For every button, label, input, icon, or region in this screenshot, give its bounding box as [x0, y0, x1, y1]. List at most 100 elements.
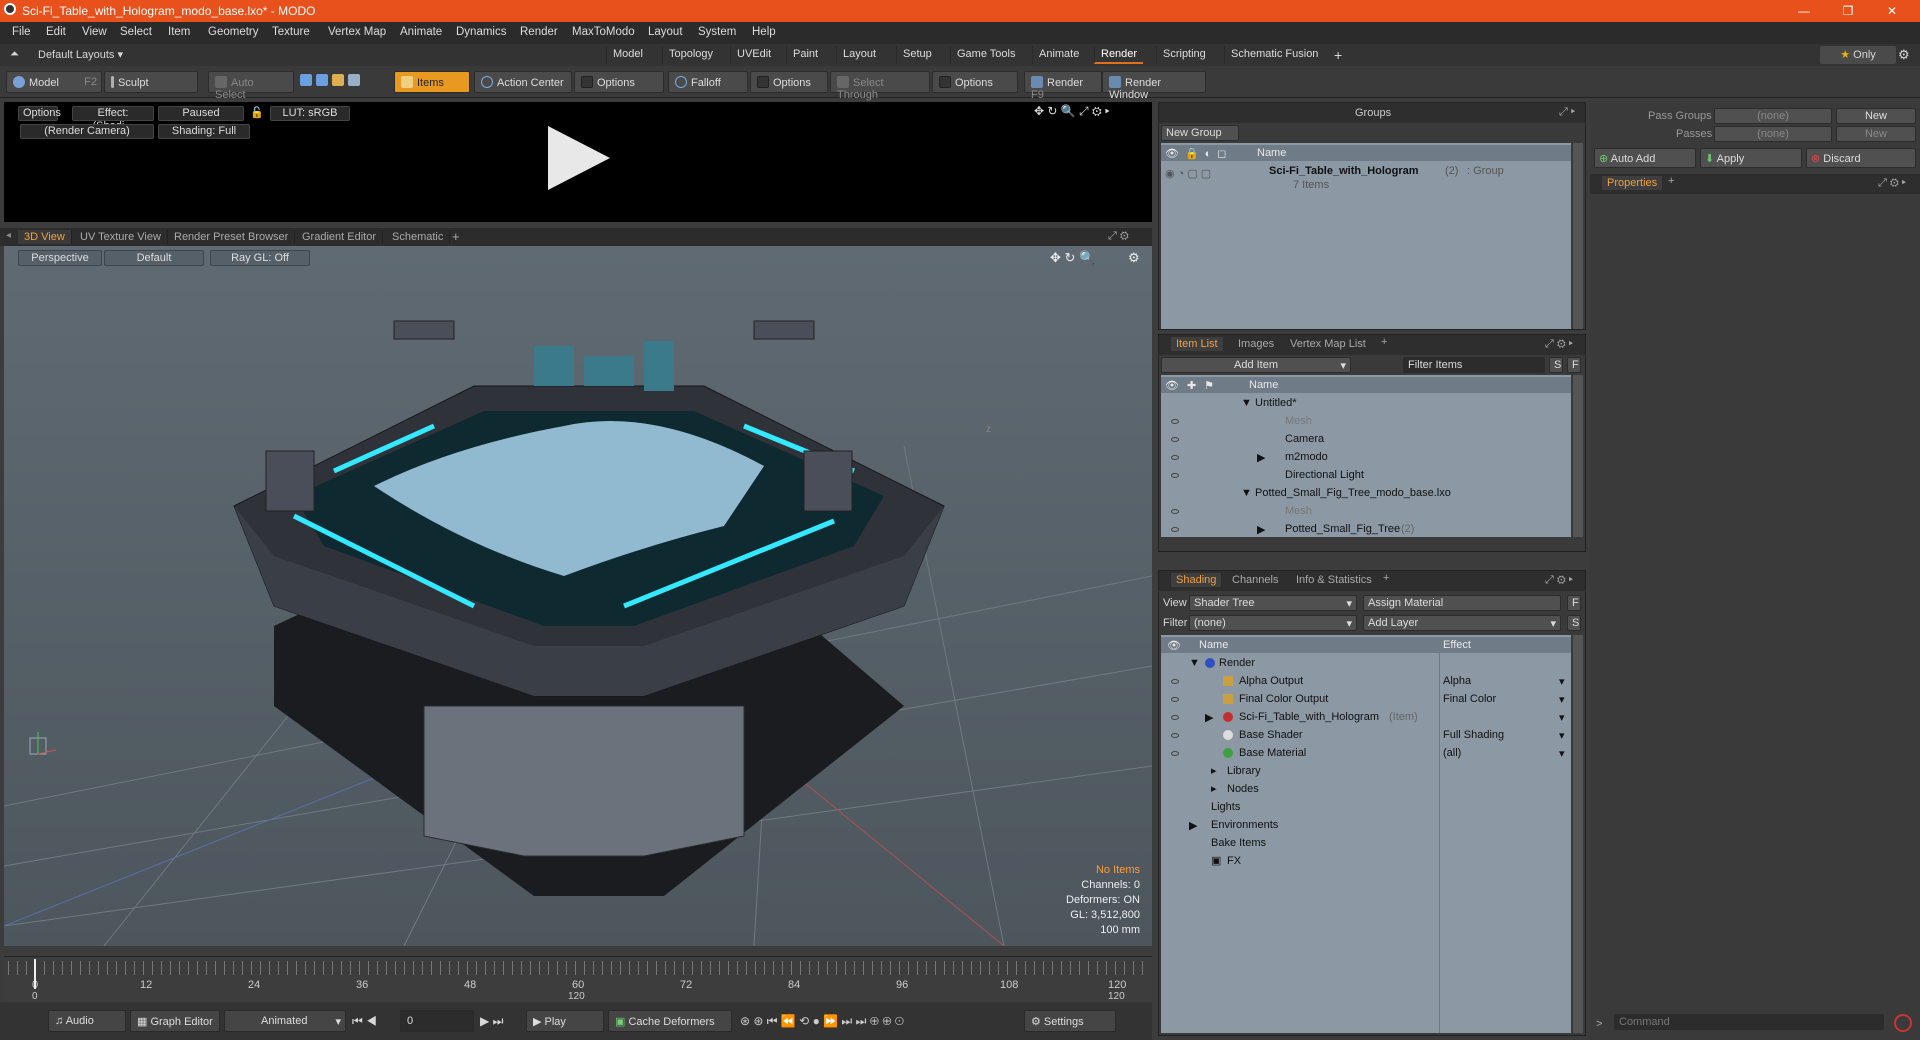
new-pass-group-button[interactable]: New	[1836, 108, 1916, 124]
f-button[interactable]: F	[1567, 595, 1581, 611]
list-item[interactable]: ▶ m2modo	[1161, 449, 1571, 467]
tab-shading[interactable]: Shading	[1171, 573, 1222, 587]
shader-row[interactable]: Bake Items	[1161, 835, 1571, 853]
audio-button[interactable]: ♫ Audio	[48, 1010, 126, 1032]
effect-all[interactable]: (all)	[1443, 747, 1461, 759]
f-button[interactable]: F	[1567, 357, 1581, 373]
effect-full-shading[interactable]: Full Shading	[1443, 729, 1504, 741]
expand-arrow-icon[interactable]: ▶	[1189, 819, 1197, 832]
camera-dropdown[interactable]: (Render Camera)	[20, 124, 154, 139]
menu-geometry[interactable]: Geometry	[208, 26, 259, 38]
play-icon[interactable]	[548, 126, 610, 190]
animated-dropdown[interactable]: Animated ▾	[224, 1010, 346, 1032]
lock-icon[interactable]: 🔓	[250, 106, 264, 119]
select-through-button[interactable]: Select Through	[830, 71, 930, 101]
expand-arrow-icon[interactable]: ▼	[1241, 487, 1252, 499]
pass-groups-dropdown[interactable]: (none)	[1714, 108, 1832, 124]
groups-scrollbar[interactable]	[1573, 143, 1583, 329]
eye-icon[interactable]	[1171, 679, 1179, 684]
eye-icon[interactable]	[1171, 455, 1179, 460]
assign-material-button[interactable]: Assign Material	[1363, 595, 1561, 611]
list-item[interactable]: Mesh	[1161, 413, 1571, 431]
menu-system[interactable]: System	[698, 26, 736, 38]
tab-info-statistics[interactable]: Info & Statistics	[1291, 573, 1377, 587]
play-button[interactable]: ▶ Play	[526, 1010, 604, 1032]
groups-list[interactable]: 👁🔒◐◻ Name ◉ ◔ ▢ ▢ Sci-Fi_Table_with_Holog…	[1161, 143, 1571, 329]
chevron-down-icon[interactable]: ▾	[1559, 711, 1565, 724]
tab-paint[interactable]: Paint	[786, 46, 824, 64]
tab-game-tools[interactable]: Game Tools	[950, 46, 1022, 64]
list-item[interactable]: ▶ Potted_Small_Fig_Tree (2)	[1161, 521, 1571, 539]
cache-deformers-button[interactable]: ▣ Cache Deformers	[608, 1010, 732, 1032]
add-tab-icon[interactable]: +	[452, 229, 460, 244]
settings-button[interactable]: ⚙ Settings	[1024, 1010, 1116, 1032]
sculpt-button[interactable]: Sculpt	[104, 71, 198, 93]
menu-render[interactable]: Render	[520, 26, 558, 38]
shader-row[interactable]: ▶ Environments	[1161, 817, 1571, 835]
menu-view[interactable]: View	[82, 26, 107, 38]
shader-row[interactable]: ▸ Nodes	[1161, 781, 1571, 799]
skip-back-icons[interactable]: ⏮ ◀	[352, 1014, 377, 1029]
preview-options-button[interactable]: Options	[18, 106, 61, 121]
new-group-button[interactable]: New Group	[1161, 125, 1239, 141]
model-button[interactable]: Model F2	[6, 71, 102, 93]
effect-dropdown[interactable]: Effect: (Shadi...	[72, 106, 154, 132]
command-input[interactable]: Command	[1614, 1014, 1884, 1030]
key-tool-icons[interactable]: ⊛ ⊛ ⏮ ⏪ ⟲ ● ⏩ ⏭ ⏭ ⊕ ⊕ ⊙	[740, 1014, 904, 1029]
discard-button[interactable]: ⊗ Discard	[1806, 148, 1916, 168]
tab-render[interactable]: Render	[1094, 46, 1144, 64]
shader-tree[interactable]: 👁 Name Effect ▼ Render Alpha Output Alpha ▾ F…	[1161, 635, 1571, 1033]
expand-arrow-icon[interactable]: ▶	[1257, 451, 1265, 464]
shader-row[interactable]: Base Material (all) ▾	[1161, 745, 1571, 763]
add-item-dropdown[interactable]: Add Item ▾	[1161, 357, 1351, 373]
list-item[interactable]: Directional Light	[1161, 467, 1571, 485]
shader-row[interactable]: Base Shader Full Shading ▾	[1161, 727, 1571, 745]
step-forward-icons[interactable]: ▶ ⏭	[480, 1014, 503, 1029]
group-row[interactable]: ◉ ◔ ▢ ▢ Sci-Fi_Table_with_Hologram (2) :…	[1161, 163, 1571, 193]
eye-icon[interactable]	[1171, 733, 1179, 738]
panel-expand-icon[interactable]: ⤢ ⚙ ▸	[1545, 338, 1573, 351]
eye-icon[interactable]	[1171, 527, 1179, 532]
menu-maxtomodo[interactable]: MaxToModo	[572, 26, 635, 38]
menu-help[interactable]: Help	[752, 26, 776, 38]
tab-3d-view[interactable]: 3D View	[18, 230, 72, 244]
select-through-options[interactable]: Options	[932, 71, 1018, 93]
restore-icon[interactable]: ❐	[1828, 0, 1868, 22]
shader-scrollbar[interactable]	[1573, 635, 1583, 1033]
3d-viewport[interactable]: Perspective Default Ray GL: Off ✥ ↻ 🔍 ⚙	[4, 246, 1152, 946]
menu-dynamics[interactable]: Dynamics	[456, 26, 506, 38]
menu-edit[interactable]: Edit	[46, 26, 66, 38]
falloff-button[interactable]: Falloff	[668, 71, 748, 93]
add-tab-icon[interactable]: +	[1383, 572, 1389, 584]
expand-arrow-icon[interactable]: ▼	[1189, 657, 1200, 669]
tab-setup[interactable]: Setup	[896, 46, 938, 64]
tab-uvedit[interactable]: UVEdit	[730, 46, 777, 64]
tab-gradient-editor[interactable]: Gradient Editor	[296, 230, 383, 244]
menu-texture[interactable]: Texture	[272, 26, 310, 38]
tab-schematic[interactable]: Schematic	[386, 230, 451, 244]
tab-model[interactable]: Model	[606, 46, 649, 64]
tab-render-preset-browser[interactable]: Render Preset Browser	[168, 230, 296, 244]
auto-select-button[interactable]: Auto Select	[208, 71, 294, 101]
items-mode-button[interactable]: Items	[394, 71, 470, 93]
timeline-ruler[interactable]	[8, 961, 1148, 975]
new-pass-button[interactable]: New	[1836, 126, 1916, 142]
add-layer-dropdown[interactable]: Add Layer ▾	[1363, 615, 1561, 631]
chevron-down-icon[interactable]: ▾	[1559, 747, 1565, 760]
chevron-down-icon[interactable]: ▾	[1559, 729, 1565, 742]
shader-row[interactable]: ▸ Library	[1161, 763, 1571, 781]
tab-properties[interactable]: Properties	[1602, 176, 1663, 190]
render-window-button[interactable]: Render Window	[1102, 71, 1206, 101]
row-visibility-icons[interactable]: ◉ ◔ ▢ ▢	[1165, 167, 1211, 180]
s-button[interactable]: S	[1567, 615, 1581, 631]
edges-mode-icon[interactable]	[316, 74, 328, 86]
chevron-down-icon[interactable]: ▾	[1559, 693, 1565, 706]
chevron-down-icon[interactable]: ▾	[1559, 675, 1565, 688]
list-item[interactable]: Mesh	[1161, 503, 1571, 521]
panel-expand-icon[interactable]: ⤢ ▸	[1559, 106, 1575, 119]
action-center-button[interactable]: Action Center	[474, 71, 572, 93]
panel-expand-icon[interactable]: ⤢ ⚙ ▸	[1545, 574, 1573, 587]
panel-expand-icon[interactable]: ⤢ ⚙ ▸	[1878, 177, 1906, 190]
tab-topology[interactable]: Topology	[662, 46, 719, 64]
frame-field[interactable]: 0	[400, 1010, 474, 1032]
